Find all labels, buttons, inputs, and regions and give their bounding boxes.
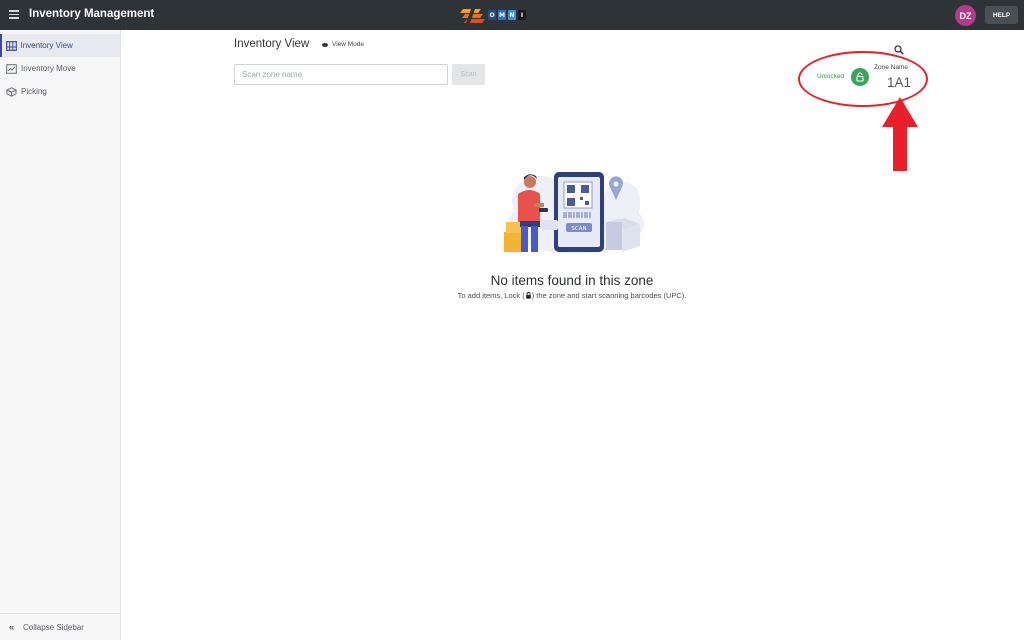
view-mode-label: View Mode (332, 41, 365, 48)
menu-icon[interactable] (9, 10, 19, 19)
sidebar-item-inventory-view[interactable]: Inventory View (0, 34, 120, 57)
help-button[interactable]: HELP (985, 6, 1018, 24)
annotation-arrow-icon (882, 97, 918, 171)
sidebar-item-label: Inventory View (20, 41, 73, 50)
collapse-sidebar-label: Collapse Sidebar (23, 622, 84, 632)
sidebar-item-picking[interactable]: Picking (0, 80, 120, 103)
brand-logo: O M N I (459, 6, 526, 24)
sidebar-item-label: Inventory Move (21, 64, 76, 73)
picking-icon (6, 86, 17, 97)
scan-zone-input[interactable] (234, 64, 448, 85)
app-title: Inventory Management (29, 8, 155, 20)
omni-logo-icon (460, 9, 485, 23)
scan-button[interactable]: Scan (452, 64, 485, 85)
inventory-view-icon (6, 40, 17, 51)
scan-badge-text: SCAN (571, 226, 586, 232)
empty-state-illustration: SCAN (504, 172, 644, 254)
brand-letter-m: M (498, 10, 506, 20)
view-mode-indicator: View Mode (322, 41, 364, 48)
brand-letter-n: N (508, 10, 516, 20)
search-icon[interactable] (894, 45, 904, 55)
sidebar-item-inventory-move[interactable]: Inventory Move (0, 57, 120, 80)
inventory-move-icon (6, 63, 17, 74)
eye-icon (322, 42, 328, 47)
top-bar: Inventory Management O M N I DZ HELP (0, 0, 1024, 30)
sidebar-item-label: Picking (21, 87, 47, 96)
brand-letter-i: I (518, 10, 526, 20)
page-title: Inventory View (234, 38, 310, 50)
double-chevron-left-icon: « (9, 622, 15, 632)
empty-state-text-before: To add items, Lock ( (457, 291, 525, 300)
brand-letter-o: O (488, 10, 496, 20)
empty-state-title: No items found in this zone (490, 273, 654, 288)
avatar[interactable]: DZ (955, 5, 976, 26)
lock-icon (525, 292, 531, 299)
collapse-sidebar-button[interactable]: « Collapse Sidebar (0, 613, 120, 640)
empty-state-subtitle: To add items, Lock ( ) the zone and start… (0, 291, 1024, 300)
empty-state-text-after: ) the zone and start scanning barcodes (… (531, 291, 687, 300)
sidebar: Inventory View Inventory Move Picking « … (0, 30, 121, 640)
